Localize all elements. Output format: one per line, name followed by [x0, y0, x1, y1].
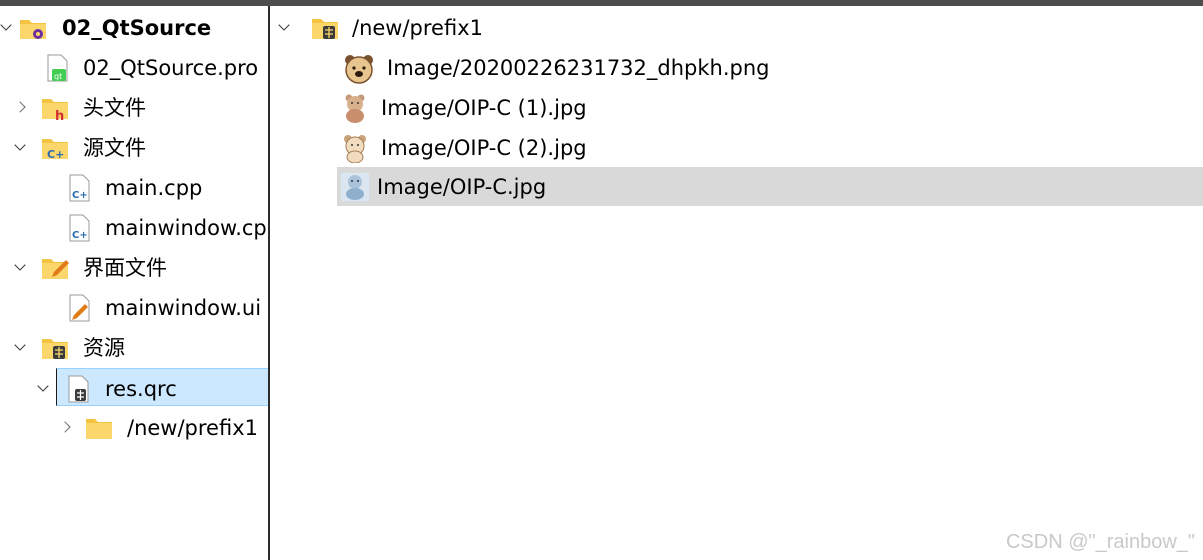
resource-file-row[interactable]: Image/OIP-C (2).jpg [270, 128, 1203, 166]
chevron-down-icon[interactable] [276, 8, 292, 46]
tree-item-label: 界面文件 [83, 256, 167, 280]
project-folder-gear-icon [18, 13, 48, 43]
resource-folder-icon [310, 13, 340, 43]
tree-item-label: res.qrc [105, 377, 177, 401]
form-folder-icon [40, 253, 70, 283]
tree-item-label: 02_QtSource.pro [83, 56, 259, 80]
svg-text:qt: qt [54, 72, 62, 81]
bear-image-icon [340, 133, 370, 164]
tree-item-sources[interactable]: C+ 源文件 [0, 128, 268, 166]
tree-item-label: Image/OIP-C (1).jpg [381, 96, 587, 120]
source-folder-icon: C+ [40, 133, 70, 163]
resource-prefix-row[interactable]: /new/prefix1 [270, 8, 1203, 46]
chevron-right-icon[interactable] [57, 408, 73, 446]
svg-text:C+: C+ [72, 190, 88, 201]
chevron-down-icon[interactable] [12, 128, 28, 166]
tree-item-resources[interactable]: 资源 [0, 328, 268, 366]
tree-item-forms[interactable]: 界面文件 [0, 248, 268, 286]
tree-item-label: /new/prefix1 [127, 416, 258, 440]
tree-item-res-qrc[interactable]: res.qrc [37, 368, 268, 406]
header-folder-icon: h [40, 93, 70, 124]
tree-item-label: 02_QtSource [62, 16, 212, 40]
bear-face-icon [342, 52, 376, 86]
resource-file-row-selected[interactable]: Image/OIP-C.jpg [337, 167, 1203, 206]
svg-text:C+: C+ [72, 230, 88, 241]
tree-item-label: /new/prefix1 [352, 16, 483, 40]
resource-file-row[interactable]: Image/20200226231732_dhpkh.png [270, 48, 1203, 86]
tree-item-prefix[interactable]: /new/prefix1 [0, 408, 268, 446]
cpp-file-icon: C+ [64, 213, 94, 243]
bear-image-icon [340, 172, 370, 202]
project-tree-panel[interactable]: 02_QtSource qt 02_QtSource.pro h 头文件 C+ … [0, 6, 268, 560]
tree-item-mainwindow-cpp[interactable]: C+ mainwindow.cpp [0, 208, 268, 246]
resource-tree-panel[interactable]: /new/prefix1 Image/20200226231732_dhpkh.… [270, 6, 1203, 560]
svg-text:C+: C+ [47, 148, 64, 161]
cpp-file-icon: C+ [64, 173, 94, 203]
folder-icon [84, 413, 114, 443]
tree-item-pro-file[interactable]: qt 02_QtSource.pro [0, 48, 268, 86]
tree-item-label: Image/OIP-C (2).jpg [381, 136, 587, 160]
watermark: CSDN @"_rainbow_" [1005, 531, 1195, 553]
tree-item-label: 头文件 [83, 96, 146, 120]
tree-item-label: 源文件 [83, 136, 146, 160]
tree-item-label: main.cpp [105, 176, 203, 200]
tree-item-headers[interactable]: h 头文件 [0, 88, 268, 126]
tree-item-mainwindow-ui[interactable]: mainwindow.ui [0, 288, 268, 326]
resource-file-row[interactable]: Image/OIP-C (1).jpg [270, 88, 1203, 126]
bear-image-icon [340, 93, 370, 123]
tree-item-label: mainwindow.ui [105, 296, 262, 320]
tree-item-label: Image/OIP-C.jpg [377, 175, 547, 199]
tree-item-main-cpp[interactable]: C+ main.cpp [0, 168, 268, 206]
svg-text:h: h [55, 109, 64, 123]
chevron-down-icon[interactable] [12, 328, 28, 366]
chevron-right-icon[interactable] [12, 88, 28, 126]
chevron-down-icon[interactable] [0, 8, 14, 46]
chevron-down-icon[interactable] [12, 248, 28, 286]
tree-item-project[interactable]: 02_QtSource [0, 8, 268, 46]
qrc-file-icon [63, 374, 93, 404]
qt-project-file-icon: qt [42, 53, 72, 83]
resource-folder-icon [40, 333, 70, 363]
ui-file-icon [64, 293, 94, 323]
chevron-down-icon[interactable] [35, 369, 51, 407]
tree-item-label: Image/20200226231732_dhpkh.png [387, 56, 770, 80]
tree-item-label: 资源 [83, 336, 125, 360]
tree-item-label: mainwindow.cpp [105, 216, 268, 240]
